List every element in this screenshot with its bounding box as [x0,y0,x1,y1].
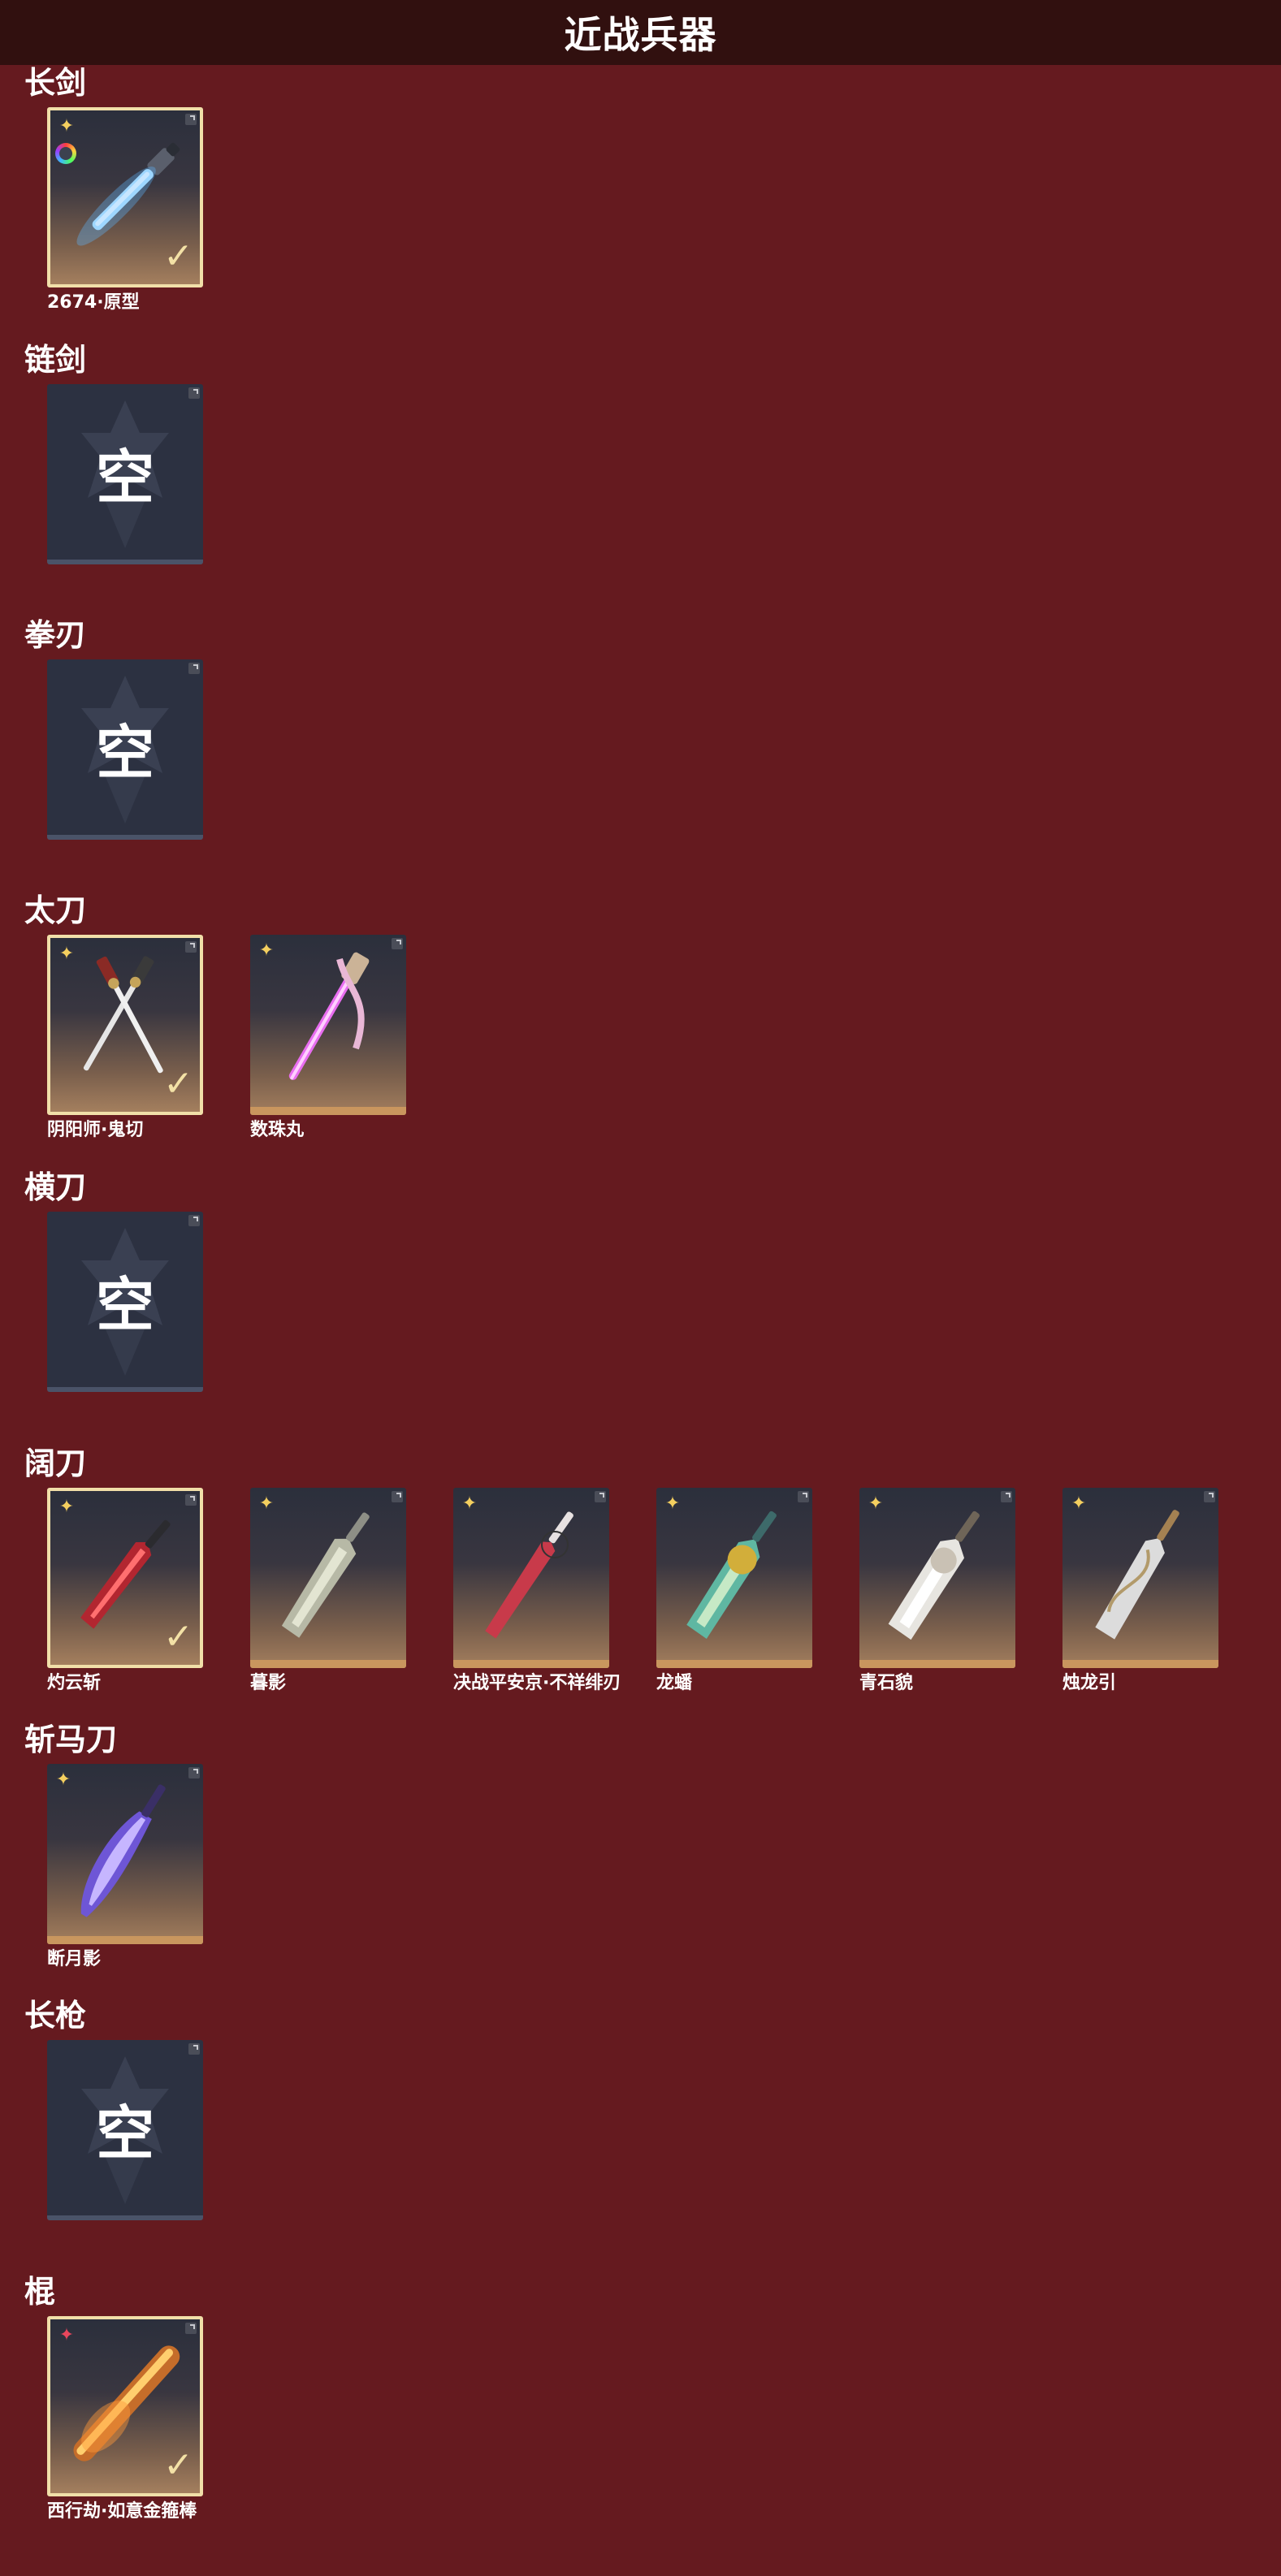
empty-slot-text: 空 [95,718,154,787]
empty-weapon-slot[interactable]: 空 [47,2040,206,2248]
weapon-card[interactable]: ✦ [47,1764,203,1944]
equipped-check-icon: ✓ [163,1063,193,1104]
equipped-check-icon: ✓ [163,236,193,277]
category-title: 长枪 [24,1998,87,2034]
weapon-name-label: 青石貌 [859,1673,914,1693]
rarity-star-icon: ✦ [55,1770,71,1790]
empty-slot-card[interactable]: 空 [47,659,203,840]
weapon-slot-row: ✦ ✓ 灼云斩 ✦ 暮影 ✦ 决战平安京·不祥绯刃 ✦ 龙蟠 ✦ 青石貌 ✦ 烛龙引 [47,1488,1266,1723]
weapon-slot[interactable]: ✦ 青石貌 [859,1488,1019,1696]
rarity-star-icon: ✦ [58,116,75,136]
page-title: 近战兵器 [564,13,717,57]
rarity-star-icon: ✦ [868,1493,884,1514]
category-title: 太刀 [24,893,87,928]
rarity-star-icon: ✦ [58,944,75,964]
weapon-slot-row: ✦ 断月影 [47,1764,1266,1999]
rarity-strip [859,1660,1015,1668]
rarity-strip [453,1660,609,1668]
weapon-card[interactable]: ✦ [250,935,406,1115]
weapon-name-label: 灼云斩 [47,1673,102,1693]
title-bar: 近战兵器 [0,0,1281,65]
category-title: 棍 [24,2274,56,2310]
equipped-check-icon: ✓ [163,1616,193,1658]
weapon-card[interactable]: ✦ ✓ [47,107,203,287]
weapon-image [1095,1510,1179,1640]
rarity-star-icon: ✦ [664,1493,681,1514]
weapon-image [80,1784,166,1917]
weapon-slot-row: 空 [47,2040,1266,2276]
weapon-slot[interactable]: ✦ 断月影 [47,1764,206,1972]
weapon-name-label: 阴阳师·鬼切 [47,1120,144,1140]
empty-slot-card[interactable]: 空 [47,2040,203,2220]
weapon-name-label: 断月影 [47,1949,102,1969]
weapon-slot[interactable]: ✦ ✓ 2674·原型 [47,107,206,315]
empty-weapon-slot[interactable]: 空 [47,659,206,867]
weapon-card[interactable]: ✦ ✓ [47,1488,203,1668]
weapon-card[interactable]: ✦ ✓ [47,2316,203,2496]
weapon-image [485,1511,573,1639]
weapon-slot[interactable]: ✦ 数珠丸 [250,935,409,1143]
weapon-slot-row: ✦ ✓ 阴阳师·鬼切 ✦ 数珠丸 [47,935,1266,1170]
weapon-name-label: 西行劫·如意金箍棒 [47,2501,197,2522]
weapon-collection-page: 近战兵器 长剑 ✦ ✓ 2674·原型 链剑 空拳刃 空太刀 ✦ ✓ 阴阳师·鬼切 ✦ 数珠… [0,0,1281,2576]
empty-slot-card[interactable]: 空 [47,384,203,564]
rarity-star-icon: ✦ [58,1497,75,1517]
empty-slot-card[interactable]: 空 [47,1212,203,1392]
weapon-slot[interactable]: ✦ 龙蟠 [656,1488,816,1696]
empty-slot-text: 空 [95,1270,154,1339]
weapon-slot[interactable]: ✦ ✓ 西行劫·如意金箍棒 [47,2316,206,2524]
weapon-slot[interactable]: ✦ 决战平安京·不祥绯刃 [453,1488,621,1696]
weapon-image [686,1511,777,1639]
rarity-star-icon: ✦ [58,2325,75,2345]
weapon-name-label: 烛龙引 [1062,1673,1117,1693]
equipped-check-icon: ✓ [163,2444,193,2486]
weapon-slot-row: ✦ ✓ 西行劫·如意金箍棒 [47,2316,1266,2552]
category-title: 长剑 [24,65,87,101]
weapon-card[interactable]: ✦ [656,1488,812,1668]
category-title: 斩马刀 [24,1722,118,1757]
weapon-slot-row: ✦ ✓ 2674·原型 [47,107,1266,343]
empty-slot-text: 空 [95,2098,154,2168]
weapon-slot[interactable]: ✦ ✓ 阴阳师·鬼切 [47,935,206,1143]
weapon-card[interactable]: ✦ [250,1488,406,1668]
weapon-name-label: 决战平安京·不祥绯刃 [453,1673,621,1693]
weapon-name-label: 暮影 [250,1673,287,1693]
rarity-strip [1062,1660,1218,1668]
weapon-card[interactable]: ✦ ✓ [47,935,203,1115]
rarity-star-icon: ✦ [1071,1493,1087,1514]
weapon-slot-row: 空 [47,659,1266,895]
weapon-slot[interactable]: ✦ ✓ 灼云斩 [47,1488,206,1696]
rarity-strip [250,1107,406,1115]
empty-slot-text: 空 [95,443,154,512]
rarity-star-icon: ✦ [258,940,275,961]
weapon-slot-row: 空 [47,1212,1266,1447]
weapon-slot[interactable]: ✦ 暮影 [250,1488,409,1696]
weapon-slot[interactable]: ✦ 烛龙引 [1062,1488,1222,1696]
weapon-image [281,1512,370,1638]
weapon-image [288,952,370,1080]
weapon-name-label: 数珠丸 [250,1120,305,1140]
color-wheel-icon [55,143,76,164]
category-title: 链剑 [24,342,87,378]
weapon-card[interactable]: ✦ [453,1488,609,1668]
weapon-card[interactable]: ✦ [1062,1488,1218,1668]
category-title: 拳刃 [24,617,87,653]
rarity-strip [47,1936,203,1944]
empty-weapon-slot[interactable]: 空 [47,1212,206,1420]
category-title: 阔刀 [24,1446,87,1481]
category-title: 横刀 [24,1169,87,1205]
weapon-card[interactable]: ✦ [859,1488,1015,1668]
weapon-name-label: 2674·原型 [47,292,140,313]
rarity-star-icon: ✦ [461,1493,478,1514]
rarity-star-icon: ✦ [258,1493,275,1514]
rarity-strip [250,1660,406,1668]
rarity-strip [656,1660,812,1668]
weapon-slot-row: 空 [47,384,1266,620]
weapon-image [888,1511,980,1640]
empty-weapon-slot[interactable]: 空 [47,384,206,592]
weapon-name-label: 龙蟠 [656,1673,693,1693]
